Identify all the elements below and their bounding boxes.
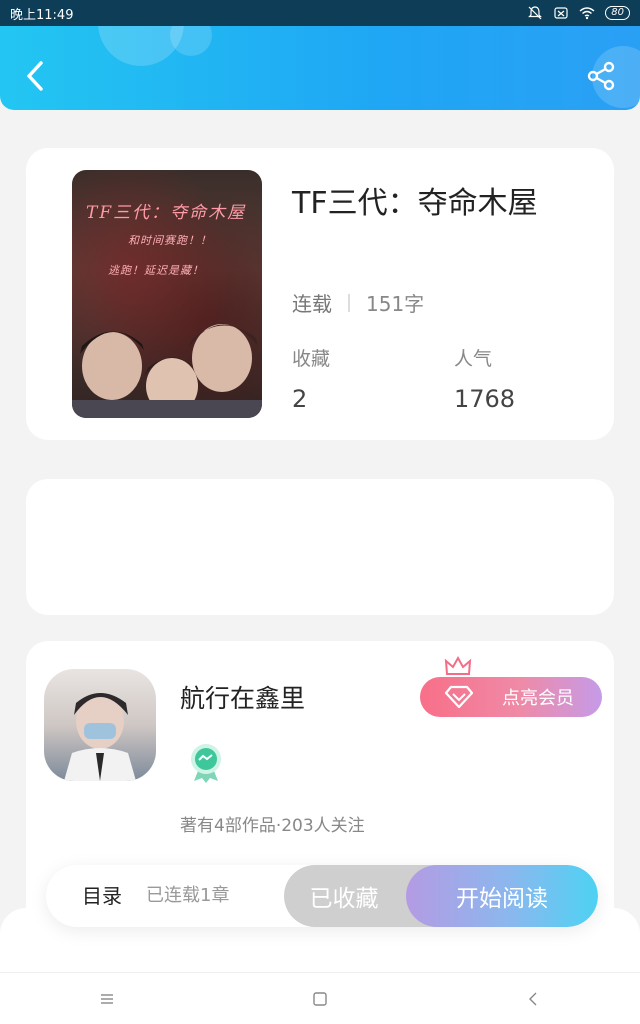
action-bar: 目录 已连载1章 已收藏 开始阅读	[46, 865, 598, 927]
cover-tagline: 逃跑！延迟是藏！	[108, 264, 204, 277]
toc-button[interactable]: 目录	[82, 865, 122, 927]
book-info-card: TF三代：夺命木屋 和时间赛跑！！ 逃跑！延迟是藏！ TF三代：夺命木屋 连载 …	[26, 148, 614, 440]
home-square-icon	[313, 991, 327, 1006]
popularity-stat: 人气 1768	[454, 344, 515, 413]
nav-back-button[interactable]	[513, 979, 553, 1019]
cover-title: TF三代：夺命木屋	[86, 203, 247, 223]
popularity-label: 人气	[454, 348, 493, 370]
sim-off-icon	[554, 7, 568, 19]
book-title: TF三代：夺命木屋	[292, 186, 538, 221]
wifi-icon	[579, 7, 595, 20]
status-time: 晚上11:49	[10, 7, 74, 23]
book-cover[interactable]: TF三代：夺命木屋 和时间赛跑！！ 逃跑！延迟是藏！	[72, 170, 262, 418]
nav-home-button[interactable]	[300, 979, 340, 1019]
book-meta: 连载 151字	[292, 288, 424, 317]
share-icon	[587, 61, 615, 91]
system-nav-bar	[0, 972, 640, 1024]
share-button[interactable]	[584, 58, 618, 94]
nav-menu-button[interactable]	[87, 979, 127, 1019]
member-button-label: 点亮会员	[502, 688, 574, 709]
start-reading-button[interactable]: 开始阅读	[406, 865, 598, 927]
back-button[interactable]	[18, 58, 52, 94]
cover-illustration	[72, 324, 262, 418]
favorites-value: 2	[292, 385, 308, 413]
chapter-count: 已连载1章	[146, 885, 230, 906]
blank-card	[26, 479, 614, 615]
back-triangle-icon	[529, 992, 537, 1005]
cover-tagline: 和时间赛跑！！	[128, 234, 212, 247]
status-icons: 80	[527, 6, 630, 20]
author-avatar[interactable]	[44, 669, 156, 781]
favorites-label: 收藏	[292, 348, 331, 370]
crown-icon	[444, 655, 472, 675]
start-reading-label: 开始阅读	[456, 886, 548, 912]
favorited-label: 已收藏	[309, 886, 379, 912]
activate-member-button[interactable]: 点亮会员	[420, 655, 602, 717]
author-stats: 著有4部作品·203人关注	[180, 816, 365, 836]
author-badge-icon	[191, 744, 221, 783]
menu-icon	[100, 993, 113, 1004]
diamond-icon	[444, 685, 474, 709]
status-bar: 晚上11:49 80	[0, 0, 640, 26]
author-name[interactable]: 航行在鑫里	[180, 679, 305, 715]
header: 晚上11:49 80	[0, 0, 640, 110]
battery-indicator: 80	[605, 6, 630, 20]
meta-divider	[348, 293, 350, 312]
favorites-stat: 收藏 2	[292, 344, 330, 413]
mute-bell-icon	[528, 6, 543, 20]
popularity-value: 1768	[454, 385, 516, 413]
serial-status: 连载	[292, 292, 332, 316]
word-count: 151字	[366, 292, 425, 316]
avatar-image	[64, 693, 136, 781]
chevron-left-icon	[27, 61, 43, 91]
